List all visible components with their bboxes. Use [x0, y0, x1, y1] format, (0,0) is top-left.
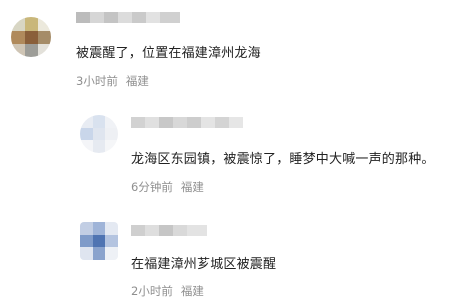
- comment-location: 福建: [125, 74, 149, 88]
- comment-meta: 2小时前 福建: [131, 283, 204, 299]
- comment-time: 6分钟前: [131, 180, 173, 194]
- username-blurred[interactable]: [76, 12, 180, 23]
- avatar[interactable]: [80, 115, 118, 153]
- comment-text: 在福建漳州芗城区被震醒: [131, 257, 277, 272]
- comment-time: 3小时前: [76, 74, 118, 88]
- comment-meta: 6分钟前 福建: [131, 179, 204, 195]
- avatar[interactable]: [11, 17, 51, 57]
- comment-location: 福建: [180, 284, 204, 298]
- username-blurred[interactable]: [131, 117, 243, 128]
- username-blurred[interactable]: [131, 225, 207, 236]
- comment-text: 龙海区东园镇，被震惊了，睡梦中大喊一声的那种。: [131, 152, 435, 167]
- comment-meta: 3小时前 福建: [76, 73, 149, 89]
- comment-location: 福建: [180, 180, 204, 194]
- comment-text: 被震醒了，位置在福建漳州龙海: [76, 46, 261, 61]
- avatar[interactable]: [80, 222, 118, 260]
- comment-time: 2小时前: [131, 284, 173, 298]
